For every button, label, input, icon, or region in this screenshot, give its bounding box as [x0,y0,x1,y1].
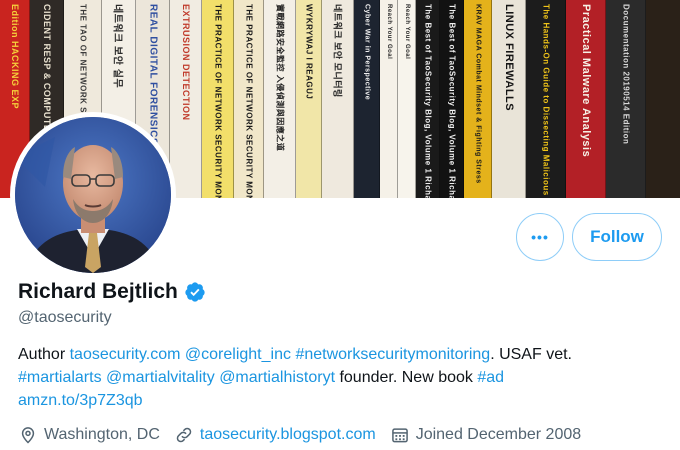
link-icon [176,427,192,443]
book-spine-title: KRAV MAGA Combat Mindset & Fighting Stre… [474,4,481,184]
book-spine: 네트워크 보안 모니터링 [322,0,354,198]
display-name: Richard Bejtlich [18,280,178,303]
bio-text: . USAF vet. [490,346,572,363]
bio-text: founder. New book [335,369,478,386]
website-link[interactable]: taosecurity.blogspot.com [200,426,376,444]
book-spine-title: Reach Your Goal [385,4,392,60]
bio-link[interactable]: @martialvitality [106,369,215,386]
book-spine-title: Documentation 20190514 Edition [621,4,630,145]
profile-handle: @taosecurity [18,309,112,326]
book-spine: LINUX FIREWALLS [492,0,526,198]
book-spine-title: Practical Malware Analysis [579,4,592,158]
profile-meta: Washington, DC taosecurity.blogspot.com … [18,425,595,445]
profile-bio: Author taosecurity.com @corelight_inc #n… [18,343,668,412]
book-spine: Practical Malware Analysis [566,0,606,198]
joined-text: Joined December 2008 [415,426,582,443]
book-spine-title: 네트워크 보안 모니터링 [332,4,342,98]
more-icon: ••• [531,229,549,245]
bio-link[interactable]: #martialarts [18,369,102,386]
avatar-photo [15,117,171,273]
book-spine: KRAV MAGA Combat Mindset & Fighting Stre… [464,0,492,198]
bio-line-2: #martialarts @martialvitality @martialhi… [18,366,668,389]
bio-line-3: amzn.to/3p7Z3qb [18,389,668,412]
bio-text: Author [18,346,70,363]
avatar-portrait-image [15,117,171,273]
website-item: taosecurity.blogspot.com [174,425,376,445]
book-spine: The Hands-On Guide to Dissecting Malicio… [526,0,566,198]
more-options-button[interactable]: ••• [516,213,564,261]
book-spine-title: The Hands-On Guide to Dissecting Malicio… [541,4,550,198]
follow-button-label: Follow [590,227,644,246]
bio-link[interactable]: taosecurity.com [70,346,181,363]
calendar-icon [391,428,408,443]
book-spine-title: The Best of TaoSecurity Blog, Volume 1 R… [447,4,456,198]
bio-link[interactable]: #ad [477,369,504,386]
book-spine: Documentation 20190514 Edition [606,0,646,198]
book-spine: EXTRUSION DETECTION [170,0,202,198]
book-spine: 實戰網路安全監控 入侵偵測與因應之道 [264,0,296,198]
book-spine: Cyber War in Perspective [354,0,380,198]
book-spine: THE PRACTICE OF NETWORK SECURITY MONITOR… [234,0,264,198]
joined-item: Joined December 2008 [390,425,581,445]
location-pin-icon [21,427,35,444]
book-spine: The Best of TaoSecurity Blog, Volume 1 R… [440,0,464,198]
book-spine-title: Cyber War in Perspective [363,4,370,101]
book-spine: Reach Your Goal [398,0,416,198]
location-item: Washington, DC [18,425,160,445]
profile-name-row: Richard Bejtlich [18,280,206,304]
bio-link[interactable]: amzn.to/3p7Z3qb [18,392,143,409]
book-spine: THE PRACTICE OF NETWORK SECURITY MONITOR… [202,0,234,198]
book-spine-title: EXTRUSION DETECTION [180,4,191,121]
book-spine-title: LINUX FIREWALLS [502,4,515,112]
book-spine-title: THE PRACTICE OF NETWORK SECURITY MONITOR… [213,4,222,198]
book-spine: WYKRYWAJ I REAGUJ [296,0,322,198]
follow-button[interactable]: Follow [572,213,662,261]
book-spine-title: THE PRACTICE OF NETWORK SECURITY MONITOR… [244,4,253,198]
book-spine-title: WYKRYWAJ I REAGUJ [304,4,313,100]
book-spine-title: Reach Your Goal [403,4,410,60]
book-spine-title: 實戰網路安全監控 入侵偵測與因應之道 [275,4,284,152]
bio-link[interactable]: @martialhistoryt [219,369,335,386]
bio-link[interactable]: #networksecuritymonitoring [295,346,490,363]
avatar[interactable] [10,112,176,278]
bio-line-1: Author taosecurity.com @corelight_inc #n… [18,343,668,366]
book-spine-title: The Best of TaoSecurity Blog, Volume 1 R… [423,4,432,198]
bio-link[interactable]: @corelight_inc [185,346,291,363]
location-text: Washington, DC [44,426,160,443]
verified-badge-icon [185,282,205,302]
book-spine: The Best of TaoSecurity Blog, Volume 1 R… [416,0,440,198]
book-spine: Reach Your Goal [380,0,398,198]
